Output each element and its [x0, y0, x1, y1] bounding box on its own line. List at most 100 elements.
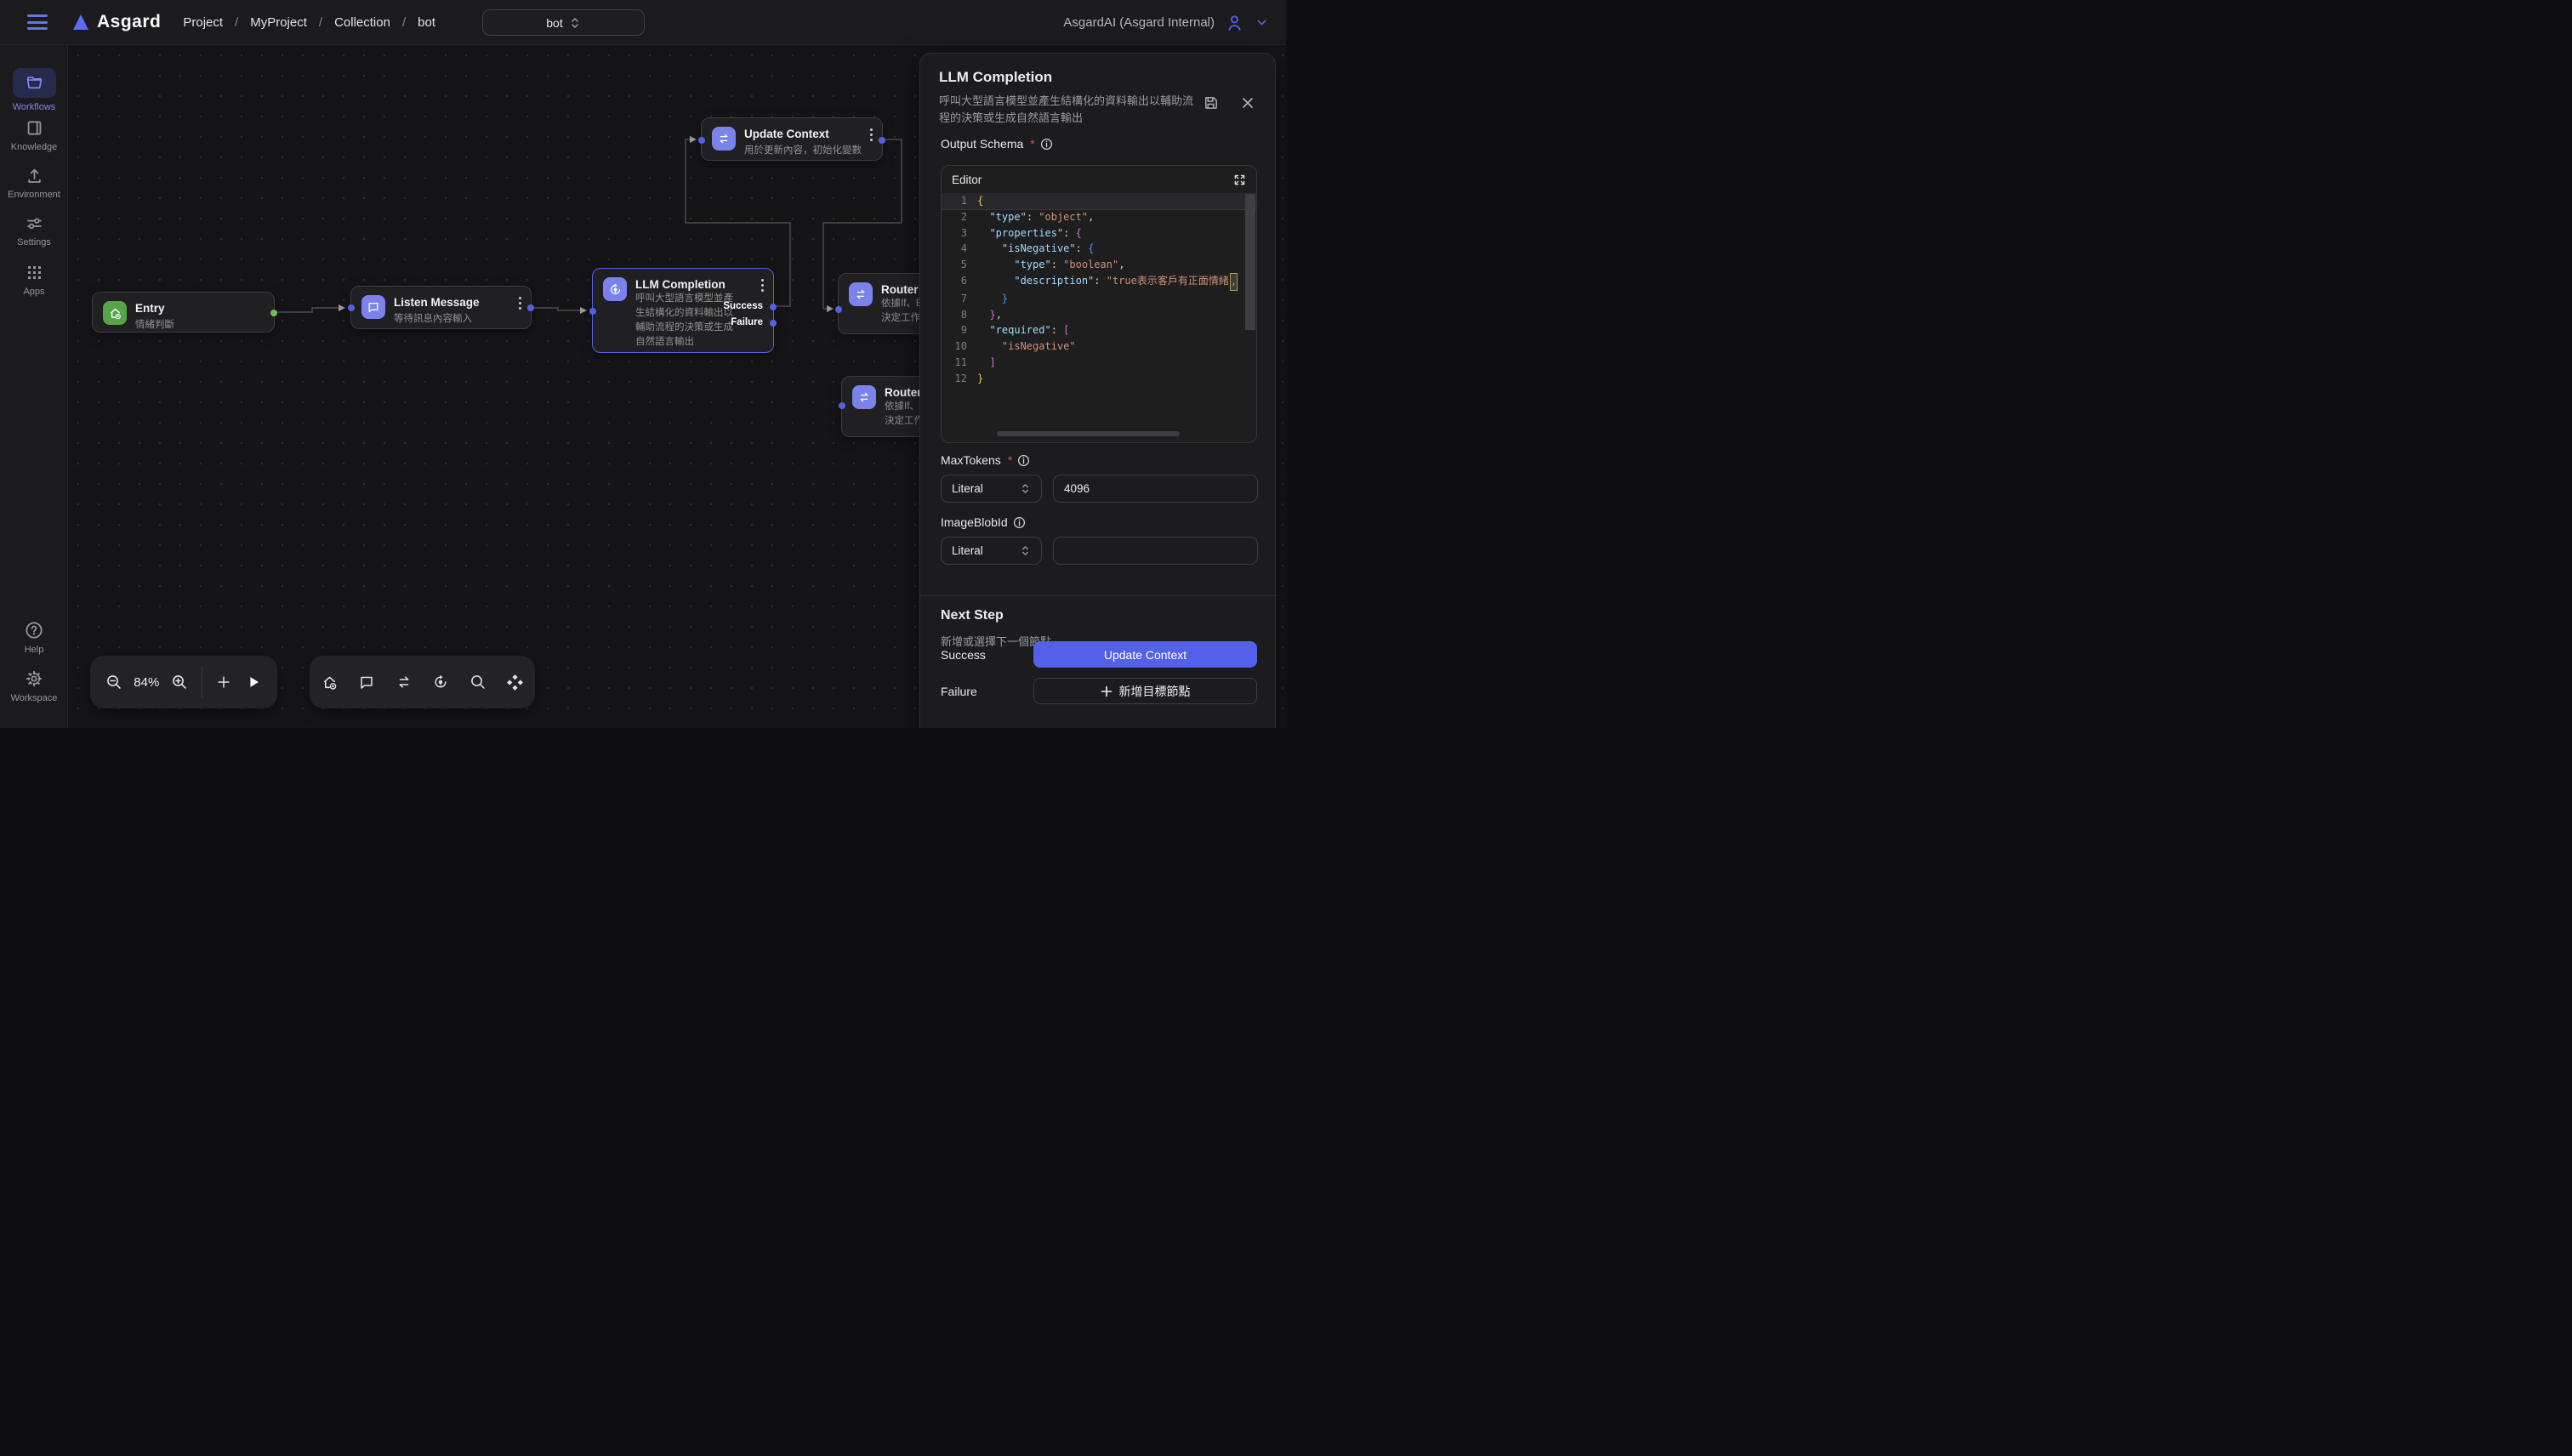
breadcrumb-project[interactable]: Project: [183, 15, 223, 30]
node-entry[interactable]: Entry 情緒判斷: [92, 292, 275, 333]
node-llm-completion[interactable]: LLM Completion 呼叫大型語言模型並產生結構化的資料輸出以輔助流程的…: [592, 268, 774, 353]
save-icon[interactable]: [1203, 94, 1219, 111]
node-menu-icon[interactable]: [519, 297, 522, 312]
success-port-label: Success: [723, 301, 763, 311]
settings-sliders-icon: [25, 213, 44, 233]
sidebar-item-label: Knowledge: [11, 142, 57, 152]
account-chevron-down-icon[interactable]: [1255, 15, 1269, 30]
imageblobid-mode-select[interactable]: Literal: [941, 537, 1042, 565]
editor-label: Editor: [952, 173, 982, 186]
node-title: Entry: [135, 301, 174, 316]
menu-icon[interactable]: [27, 14, 48, 30]
sidebar-item-workflows[interactable]: Workflows: [0, 68, 68, 112]
info-icon[interactable]: [1040, 138, 1053, 151]
sidebar-item-knowledge[interactable]: Knowledge: [0, 118, 68, 152]
integrations-icon[interactable]: [498, 665, 532, 699]
flow-select-dropdown[interactable]: bot: [482, 9, 645, 36]
success-output-port[interactable]: [770, 304, 777, 310]
llm-node-palette-icon[interactable]: [424, 665, 458, 699]
panel-divider: [920, 595, 1277, 596]
asgard-app: Asgard Project / MyProject / Collection …: [0, 0, 1286, 728]
zoom-in-icon[interactable]: [164, 665, 194, 699]
zoom-out-icon[interactable]: [99, 665, 128, 699]
editor-horizontal-scrollbar[interactable]: [997, 431, 1180, 436]
output-port[interactable]: [527, 304, 534, 311]
user-icon[interactable]: [1225, 13, 1244, 32]
chevron-updown-icon: [569, 16, 581, 30]
panel-title: LLM Completion: [939, 69, 1256, 86]
entry-node-palette-icon[interactable]: [313, 665, 347, 699]
close-icon[interactable]: [1241, 96, 1255, 110]
router-node-icon: [849, 282, 873, 306]
maxtokens-input[interactable]: 4096: [1053, 475, 1258, 503]
node-description: 呼叫大型語言模型並產生結構化的資料輸出以輔助流程的決策或生成自然語言輸出: [635, 292, 733, 350]
run-workflow-icon[interactable]: [239, 665, 269, 699]
sidebar-item-settings[interactable]: Settings: [0, 213, 68, 247]
editor-vertical-scrollbar[interactable]: [1245, 194, 1255, 330]
sidebar-item-environment[interactable]: Environment: [0, 166, 68, 200]
router-node-icon: [852, 385, 876, 409]
failure-output-port[interactable]: [770, 320, 777, 327]
flow-select-value: bot: [546, 16, 562, 30]
code-area[interactable]: 1{2 "type": "object",3 "properties": {4 …: [942, 193, 1256, 398]
output-schema-label: Output Schema: [941, 137, 1023, 151]
input-port[interactable]: [698, 137, 705, 144]
maxtokens-mode-select[interactable]: Literal: [941, 475, 1042, 503]
breadcrumb-bot[interactable]: bot: [418, 15, 435, 30]
plus-icon: [1101, 685, 1112, 697]
listen-message-node-icon: [361, 295, 385, 319]
knowledge-book-icon: [25, 118, 44, 138]
schema-editor[interactable]: Editor 1{2 "type": "object",3 "propertie…: [941, 165, 1257, 443]
node-listen-message[interactable]: Listen Message 等待訊息內容輸入: [350, 286, 532, 329]
imageblobid-label: ImageBlobId: [941, 515, 1008, 529]
success-row-label: Success: [941, 648, 1033, 662]
node-palette-toolbar: [310, 656, 535, 708]
message-node-palette-icon[interactable]: [350, 665, 384, 699]
breadcrumb-myproject[interactable]: MyProject: [250, 15, 307, 30]
search-icon[interactable]: [461, 665, 495, 699]
input-port[interactable]: [589, 308, 596, 315]
sidebar-item-label: Environment: [8, 190, 60, 200]
input-port[interactable]: [835, 306, 842, 313]
sidebar-item-apps[interactable]: Apps: [0, 263, 68, 297]
maxtokens-value: 4096: [1064, 482, 1090, 495]
node-subtitle: 用於更新內容，初始化變數: [744, 144, 862, 157]
input-port[interactable]: [839, 402, 845, 409]
required-asterisk: *: [1030, 137, 1034, 151]
input-port[interactable]: [348, 304, 355, 311]
environment-upload-icon: [25, 166, 44, 185]
sidebar-item-workspace[interactable]: Workspace: [0, 668, 68, 703]
workspace-gear-icon: [24, 668, 44, 689]
imageblobid-input[interactable]: [1053, 537, 1258, 565]
node-subtitle: 情緒判斷: [135, 318, 174, 332]
output-port[interactable]: [879, 137, 885, 144]
node-menu-icon[interactable]: [870, 128, 873, 144]
sidebar-item-help[interactable]: Help: [0, 620, 68, 655]
asgard-logo-icon: [71, 13, 90, 31]
panel-description: 呼叫大型語言模型並產生結構化的資料輸出以輔助流程的決策或生成自然語言輸出: [939, 93, 1196, 127]
node-title: Update Context: [744, 127, 862, 141]
maxtokens-label: MaxTokens: [941, 453, 1001, 467]
sidebar-item-label: Workflows: [13, 102, 56, 112]
node-subtitle: 等待訊息內容輸入: [394, 312, 480, 326]
output-port[interactable]: [270, 310, 277, 316]
breadcrumb: Project / MyProject / Collection / bot: [183, 15, 435, 30]
expand-icon[interactable]: [1233, 173, 1246, 186]
sidebar-item-label: Help: [25, 645, 44, 655]
sidebar-item-label: Workspace: [11, 693, 58, 703]
node-title: Listen Message: [394, 295, 480, 310]
node-menu-icon[interactable]: [761, 279, 765, 294]
breadcrumb-collection[interactable]: Collection: [334, 15, 390, 30]
info-icon[interactable]: [1013, 516, 1026, 529]
apps-grid-icon: [25, 263, 44, 282]
brand-name: Asgard: [97, 12, 161, 32]
add-target-node-button[interactable]: 新增目標節點: [1033, 678, 1257, 704]
imageblobid-mode-value: Literal: [952, 544, 983, 557]
next-step-title: Next Step: [941, 608, 1004, 623]
add-node-icon[interactable]: [208, 665, 238, 699]
router-node-palette-icon[interactable]: [387, 665, 421, 699]
node-update-context[interactable]: Update Context 用於更新內容，初始化變數: [701, 117, 883, 161]
info-icon[interactable]: [1017, 454, 1030, 467]
success-target-button[interactable]: Update Context: [1033, 641, 1257, 668]
chevron-updown-icon: [1020, 482, 1031, 495]
